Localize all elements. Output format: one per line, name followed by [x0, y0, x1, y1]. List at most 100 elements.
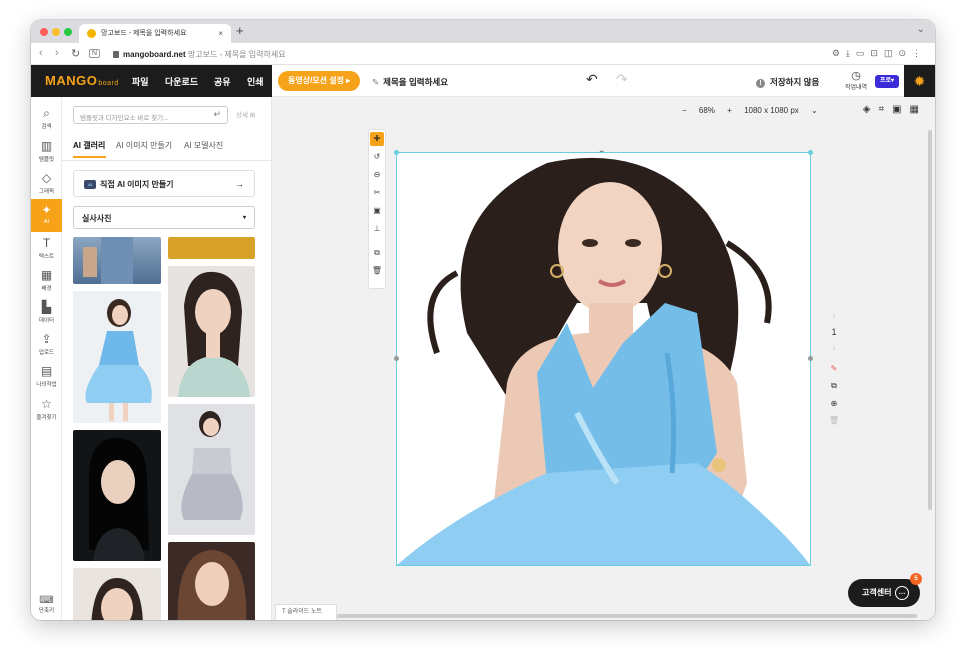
- shortcut-button[interactable]: ⌨ 단축키: [31, 595, 62, 614]
- lock-icon[interactable]: ⊖: [369, 170, 385, 179]
- gallery-image[interactable]: [168, 542, 255, 620]
- motion-settings-button[interactable]: 동영상/모션 설정 ▸: [278, 71, 361, 91]
- delete-page-icon[interactable]: 🗑: [824, 416, 844, 425]
- rail-item-8[interactable]: ▤ 나의작업: [31, 360, 62, 393]
- new-tab-button[interactable]: +: [236, 23, 244, 38]
- pro-label: 프로: [879, 78, 892, 84]
- ai-badge-icon: AI: [84, 180, 96, 189]
- menu-download[interactable]: 다운로드: [165, 75, 198, 88]
- maximize-window-button[interactable]: [64, 28, 72, 36]
- tab-ai-gallery[interactable]: AI 갤러리: [73, 140, 105, 151]
- history-button[interactable]: ◷ 작업내역: [841, 70, 871, 91]
- gallery-image[interactable]: [73, 568, 161, 620]
- tab-ai-image-create[interactable]: AI 이미지 만들기: [116, 140, 172, 151]
- color-picker-icon[interactable]: ✎: [824, 364, 844, 373]
- save-status[interactable]: ! 저장하지 않음: [756, 76, 819, 88]
- make-ai-image-button[interactable]: AI 직접 AI 이미지 만들기 →: [73, 170, 255, 197]
- header-dark-section: MANGOboard 파일 다운로드 공유 인쇄: [31, 65, 272, 97]
- browser-tab[interactable]: 망고보드 - 제목을 입력하세요 ×: [79, 24, 231, 43]
- resize-handle[interactable]: [808, 356, 813, 361]
- replace-icon[interactable]: ↺: [369, 152, 385, 161]
- duplicate-icon[interactable]: ⧉: [369, 248, 385, 258]
- rail-item-0[interactable]: ⌕ 검색: [31, 102, 62, 135]
- zoom-in-button[interactable]: +: [727, 106, 732, 115]
- resize-handle[interactable]: [394, 356, 399, 361]
- rail-item-6[interactable]: ▙ 데이터: [31, 296, 62, 329]
- tab-close-icon[interactable]: ×: [218, 24, 223, 43]
- gallery-image[interactable]: [168, 237, 255, 259]
- browser-tabbar: 망고보드 - 제목을 입력하세요 × + ⌄: [31, 20, 935, 43]
- zoom-out-button[interactable]: −: [682, 106, 687, 115]
- mango-favicon-icon: [87, 29, 96, 38]
- move-icon[interactable]: ✛: [370, 132, 384, 146]
- background-icon: ▦: [40, 268, 53, 282]
- menu-file[interactable]: 파일: [132, 75, 149, 88]
- design-page[interactable]: [394, 150, 813, 566]
- minimize-window-button[interactable]: [52, 28, 60, 36]
- customer-center-button[interactable]: 고객센터 … 5: [848, 573, 922, 607]
- url-field[interactable]: mangoboard.net 망고보드 - 제목을 입력하세요: [113, 49, 286, 60]
- canvas-workspace: − 68% + 1080 x 1080 px ⌄ ◈⌗▣▦ ✛ ↺ ⊖ ✂ ▣ …: [272, 97, 935, 620]
- reload-button[interactable]: ↻: [71, 47, 80, 60]
- search-placeholder: 템플릿과 디자인요소 바로 찾기...: [80, 115, 169, 122]
- magic-icon[interactable]: ✂: [369, 188, 385, 197]
- rail-item-label: 그래픽: [38, 189, 55, 195]
- rail-item-label: 데이터: [38, 318, 55, 324]
- workspace-view-icons[interactable]: ◈⌗▣▦: [863, 104, 927, 115]
- ai-panel: 템플릿과 디자인요소 바로 찾기... ↵ 상세 ⊞ AI 갤러리 AI 이미지…: [62, 97, 272, 620]
- redo-button[interactable]: ↷: [616, 71, 628, 88]
- gallery-image[interactable]: [73, 291, 161, 423]
- page-down-icon[interactable]: ↓: [824, 343, 844, 352]
- gallery-image[interactable]: [168, 266, 255, 397]
- enter-icon[interactable]: ↵: [213, 109, 221, 120]
- forward-button[interactable]: ›: [55, 47, 59, 59]
- menu-print[interactable]: 인쇄: [247, 75, 264, 88]
- my-work-icon: ▤: [40, 364, 53, 378]
- slide-note-tab[interactable]: T 슬라이드 노트: [275, 604, 337, 620]
- rail-item-2[interactable]: ◇ 그래픽: [31, 167, 62, 200]
- detail-label: 상세: [236, 112, 248, 119]
- tab-dropdown-icon[interactable]: ⌄: [917, 24, 925, 35]
- zoom-level[interactable]: 68%: [699, 106, 715, 115]
- rail-item-7[interactable]: ⇪ 업로드: [31, 328, 62, 361]
- horizontal-scrollbar[interactable]: [337, 614, 917, 618]
- template-search-input[interactable]: 템플릿과 디자인요소 바로 찾기... ↵: [73, 106, 228, 124]
- copy-page-icon[interactable]: ⧉: [824, 381, 844, 391]
- document-title-input[interactable]: ✎ 제목을 입력하세요: [372, 76, 448, 88]
- back-button[interactable]: ‹: [39, 47, 43, 59]
- vertical-scrollbar[interactable]: [928, 130, 932, 510]
- canvas-size-dropdown[interactable]: 1080 x 1080 px ⌄: [744, 106, 818, 115]
- tab-ai-model-photo[interactable]: AI 모델사진: [184, 140, 223, 151]
- ai-woman-blue-dress-image[interactable]: [397, 153, 810, 565]
- delete-icon[interactable]: 🗑: [369, 266, 385, 275]
- resize-handle[interactable]: [808, 150, 813, 155]
- add-page-icon[interactable]: ⊕: [824, 399, 844, 408]
- browser-toolbar-icons[interactable]: ⚙⤓▭⊡◫⊙⋮: [832, 48, 927, 59]
- image-edit-icon[interactable]: ▣: [369, 206, 385, 215]
- rail-item-5[interactable]: ▦ 배경: [31, 264, 62, 297]
- rail-item-9[interactable]: ☆ 즐겨찾기: [31, 393, 62, 426]
- address-bar: ‹ › ↻ N mangoboard.net 망고보드 - 제목을 입력하세요 …: [31, 43, 935, 65]
- crop-icon[interactable]: ⊥: [369, 224, 385, 233]
- rail-item-3[interactable]: ✦ AI: [31, 199, 62, 232]
- pro-plan-badge[interactable]: 프로▾: [875, 75, 899, 88]
- undo-button[interactable]: ↶: [586, 71, 598, 88]
- settings-gear-icon[interactable]: ✹: [904, 65, 935, 97]
- browser-window: 망고보드 - 제목을 입력하세요 × + ⌄ ‹ › ↻ N mangoboar…: [31, 20, 935, 620]
- mango-logo[interactable]: MANGOboard: [45, 73, 119, 88]
- close-window-button[interactable]: [40, 28, 48, 36]
- gallery-image[interactable]: [73, 430, 161, 561]
- category-select[interactable]: 실사사진 ▾: [73, 206, 255, 229]
- canvas-size-label: 1080 x 1080 px: [744, 106, 799, 115]
- detail-search-button[interactable]: 상세 ⊞: [236, 109, 255, 119]
- gallery-image[interactable]: [73, 237, 161, 284]
- gallery-image[interactable]: [168, 404, 255, 535]
- rail-item-1[interactable]: ▥ 템플릿: [31, 135, 62, 168]
- logo-sub-text: board: [98, 80, 119, 87]
- resize-handle[interactable]: [394, 150, 399, 155]
- page-up-icon[interactable]: ↑: [824, 312, 844, 321]
- woman-blue-dress-photo: [85, 299, 152, 421]
- rail-item-4[interactable]: T 텍스트: [31, 232, 62, 265]
- reader-icon[interactable]: N: [89, 49, 101, 58]
- menu-share[interactable]: 공유: [214, 75, 231, 88]
